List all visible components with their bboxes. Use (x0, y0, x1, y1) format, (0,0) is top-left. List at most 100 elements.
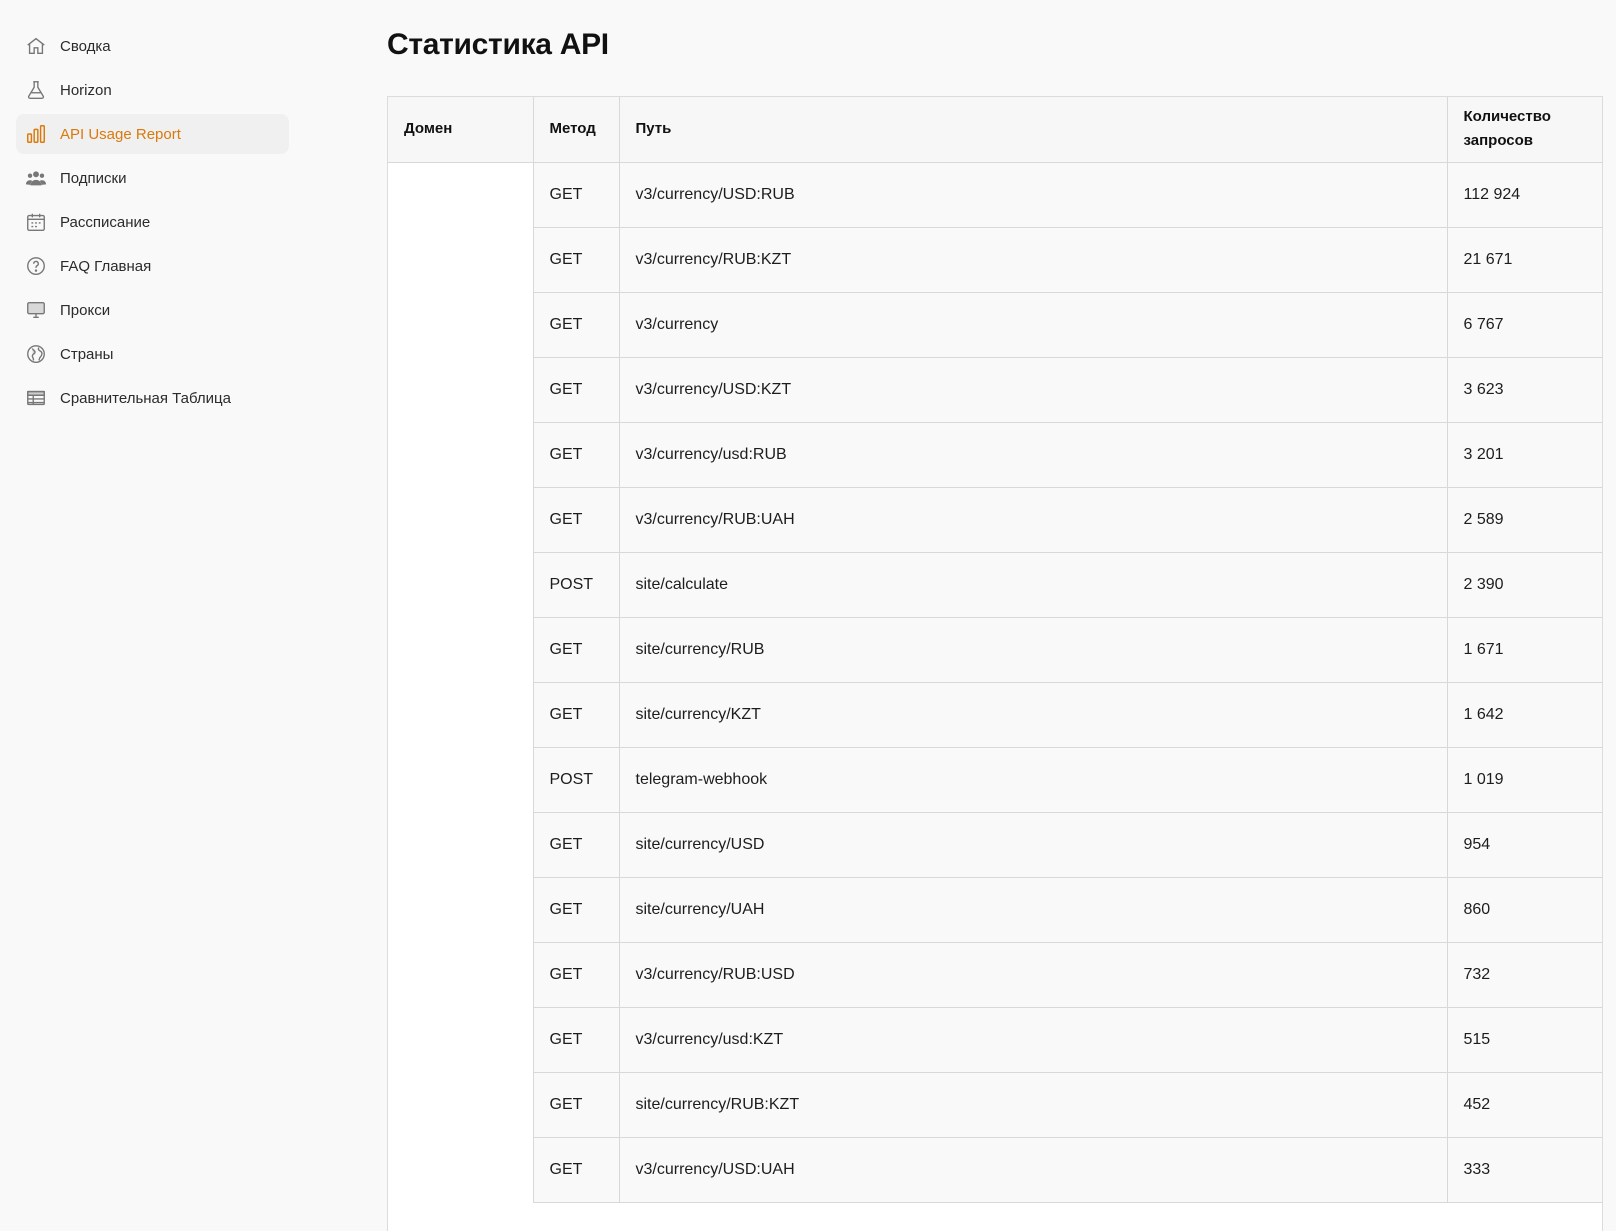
path-cell: telegram-webhook (619, 747, 1448, 813)
path-cell: site/currency/USD (619, 812, 1448, 878)
method-cell: GET (533, 812, 620, 878)
users-icon (25, 167, 47, 189)
path-cell: v3/currency/USD:UAH (619, 1137, 1448, 1203)
home-icon (25, 35, 47, 57)
path-cell: v3/currency/USD:KZT (619, 357, 1448, 423)
table-row: GET v3/currency/USD:UAH 333 (388, 1137, 1602, 1203)
main-content: Статистика API Домен Метод Путь Количест… (387, 0, 1616, 1231)
method-cell: GET (533, 1072, 620, 1138)
table-row: GET v3/currency/usd:KZT 515 (388, 1007, 1602, 1073)
table-icon (25, 387, 47, 409)
sidebar-item-label: Подписки (60, 169, 127, 187)
count-cell: 21 671 (1447, 227, 1602, 293)
table-row: GET v3/currency 6 767 (388, 292, 1602, 358)
sidebar: Сводка Horizon API Usage Report Подписки Рас… (0, 0, 300, 1231)
method-cell: GET (533, 162, 620, 228)
table-row: GET v3/currency/RUB:UAH 2 589 (388, 487, 1602, 553)
sidebar-item-users[interactable]: Подписки (16, 158, 289, 198)
method-cell: GET (533, 1137, 620, 1203)
api-stats-table: Домен Метод Путь Количество запросов GET… (388, 97, 1602, 1203)
table-row: GET site/currency/KZT 1 642 (388, 682, 1602, 748)
table-header: Домен Метод Путь Количество запросов (388, 97, 1602, 163)
method-cell: GET (533, 942, 620, 1008)
path-cell: v3/currency/USD:RUB (619, 162, 1448, 228)
table-body: GET v3/currency/USD:RUB 112 924 GET v3/curre… (388, 162, 1602, 1203)
sidebar-item-calendar[interactable]: Рассписание (16, 202, 289, 242)
count-cell: 1 019 (1447, 747, 1602, 813)
path-cell: site/calculate (619, 552, 1448, 618)
page-title: Статистика API (387, 28, 609, 61)
count-cell: 6 767 (1447, 292, 1602, 358)
sidebar-item-question-circle[interactable]: FAQ Главная (16, 246, 289, 286)
sidebar-item-home[interactable]: Сводка (16, 26, 289, 66)
method-cell: GET (533, 357, 620, 423)
sidebar-item-label: Сводка (60, 37, 111, 55)
count-cell: 515 (1447, 1007, 1602, 1073)
table-row: GET site/currency/RUB:KZT 452 (388, 1072, 1602, 1138)
path-cell: site/currency/UAH (619, 877, 1448, 943)
sidebar-item-bar-chart[interactable]: API Usage Report (16, 114, 289, 154)
app-layout: Сводка Horizon API Usage Report Подписки Рас… (0, 0, 1616, 1231)
table-row: GET site/currency/UAH 860 (388, 877, 1602, 943)
globe-icon (25, 343, 47, 365)
sidebar-item-label: Horizon (60, 81, 112, 99)
table-row: GET v3/currency/RUB:KZT 21 671 (388, 227, 1602, 293)
count-cell: 452 (1447, 1072, 1602, 1138)
method-cell: GET (533, 617, 620, 683)
method-cell: POST (533, 552, 620, 618)
method-cell: GET (533, 292, 620, 358)
monitor-icon (25, 299, 47, 321)
table-row: GET v3/currency/USD:KZT 3 623 (388, 357, 1602, 423)
method-cell: GET (533, 422, 620, 488)
count-cell: 2 390 (1447, 552, 1602, 618)
count-cell: 3 623 (1447, 357, 1602, 423)
count-cell: 954 (1447, 812, 1602, 878)
path-cell: site/currency/KZT (619, 682, 1448, 748)
count-cell: 732 (1447, 942, 1602, 1008)
sidebar-nav: Сводка Horizon API Usage Report Подписки Рас… (16, 26, 289, 422)
path-cell: v3/currency (619, 292, 1448, 358)
count-cell: 2 589 (1447, 487, 1602, 553)
table-row: GET v3/currency/RUB:USD 732 (388, 942, 1602, 1008)
table-row: GET v3/currency/USD:RUB 112 924 (388, 162, 1602, 1202)
table-row: GET site/currency/USD 954 (388, 812, 1602, 878)
column-header-domain: Домен (388, 97, 534, 163)
domain-cell (388, 162, 534, 1202)
column-header-count: Количество запросов (1447, 97, 1602, 163)
count-cell: 1 671 (1447, 617, 1602, 683)
api-stats-table-container[interactable]: Домен Метод Путь Количество запросов GET… (387, 96, 1603, 1231)
sidebar-item-label: Сравнительная Таблица (60, 389, 231, 407)
sidebar-item-globe[interactable]: Страны (16, 334, 289, 374)
method-cell: GET (533, 1007, 620, 1073)
bar-chart-icon (25, 123, 47, 145)
column-header-path: Путь (619, 97, 1448, 163)
count-cell: 333 (1447, 1137, 1602, 1203)
sidebar-item-label: FAQ Главная (60, 257, 152, 275)
sidebar-item-table[interactable]: Сравнительная Таблица (16, 378, 289, 418)
sidebar-item-flask[interactable]: Horizon (16, 70, 289, 110)
table-row: GET site/currency/RUB 1 671 (388, 617, 1602, 683)
method-cell: POST (533, 747, 620, 813)
count-cell: 112 924 (1447, 162, 1602, 228)
count-cell: 860 (1447, 877, 1602, 943)
sidebar-item-label: API Usage Report (60, 125, 181, 143)
path-cell: v3/currency/RUB:KZT (619, 227, 1448, 293)
sidebar-item-monitor[interactable]: Прокси (16, 290, 289, 330)
method-cell: GET (533, 682, 620, 748)
path-cell: site/currency/RUB (619, 617, 1448, 683)
table-row: POST site/calculate 2 390 (388, 552, 1602, 618)
sidebar-item-label: Рассписание (60, 213, 151, 231)
path-cell: v3/currency/RUB:USD (619, 942, 1448, 1008)
path-cell: site/currency/RUB:KZT (619, 1072, 1448, 1138)
table-row: POST telegram-webhook 1 019 (388, 747, 1602, 813)
method-cell: GET (533, 877, 620, 943)
path-cell: v3/currency/RUB:UAH (619, 487, 1448, 553)
method-cell: GET (533, 227, 620, 293)
count-cell: 1 642 (1447, 682, 1602, 748)
flask-icon (25, 79, 47, 101)
question-circle-icon (25, 255, 47, 277)
count-cell: 3 201 (1447, 422, 1602, 488)
table-row: GET v3/currency/usd:RUB 3 201 (388, 422, 1602, 488)
sidebar-item-label: Прокси (60, 301, 111, 319)
path-cell: v3/currency/usd:RUB (619, 422, 1448, 488)
